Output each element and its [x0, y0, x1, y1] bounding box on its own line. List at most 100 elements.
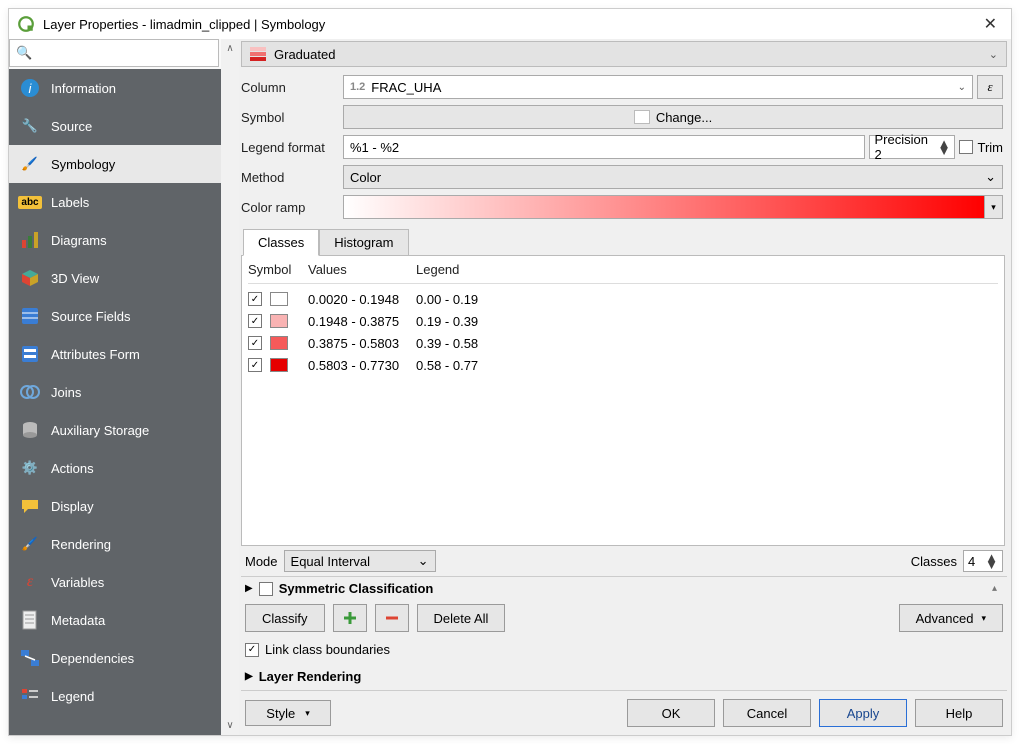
row-checkbox[interactable]: ✓	[248, 358, 262, 372]
link-boundaries-label: Link class boundaries	[265, 642, 390, 657]
sidebar-item-metadata[interactable]: Metadata	[9, 601, 221, 639]
mode-value: Equal Interval	[291, 554, 371, 569]
delete-all-button[interactable]: Delete All	[417, 604, 506, 632]
sidebar-item-labels[interactable]: abcLabels	[9, 183, 221, 221]
color-ramp-combo[interactable]: ▾	[343, 195, 1003, 219]
chevron-down-icon: ⌄	[418, 553, 429, 569]
column-value: FRAC_UHA	[371, 80, 441, 95]
sidebar-search[interactable]: 🔍	[9, 39, 219, 67]
sidebar-item-3d-view[interactable]: 3D View	[9, 259, 221, 297]
row-legend: 0.00 - 0.19	[416, 292, 516, 307]
expand-icon[interactable]: ▶	[245, 583, 253, 594]
close-icon[interactable]: ✕	[978, 14, 1003, 34]
chevron-down-icon: ▾	[981, 613, 986, 624]
sidebar-item-label: Information	[51, 81, 116, 96]
table-row[interactable]: ✓ 0.5803 - 0.77300.58 - 0.77	[248, 354, 998, 376]
link-boundaries-checkbox[interactable]: ✓	[245, 643, 259, 657]
sidebar-item-label: Labels	[51, 195, 89, 210]
tab-classes[interactable]: Classes	[243, 229, 319, 256]
row-checkbox[interactable]: ✓	[248, 292, 262, 306]
symbol-label: Symbol	[241, 110, 337, 125]
table-row[interactable]: ✓0.1948 - 0.38750.19 - 0.39	[248, 310, 998, 332]
method-combo[interactable]: Color ⌄	[343, 165, 1003, 189]
expression-button[interactable]: ε	[977, 75, 1003, 99]
row-swatch-icon	[270, 358, 288, 372]
form-icon	[19, 343, 41, 365]
search-input[interactable]	[36, 46, 212, 61]
sidebar-scroll[interactable]: ∧ ∨	[221, 39, 239, 735]
gear-icon: ⚙️	[19, 457, 41, 479]
row-legend: 0.39 - 0.58	[416, 336, 516, 351]
scroll-up-icon[interactable]: ▴	[992, 583, 1003, 594]
symmetric-checkbox[interactable]	[259, 582, 273, 596]
sidebar-item-variables[interactable]: εVariables	[9, 563, 221, 601]
mode-combo[interactable]: Equal Interval ⌄	[284, 550, 436, 572]
row-checkbox[interactable]: ✓	[248, 314, 262, 328]
precision-spinbox[interactable]: Precision 2 ▲▼	[869, 135, 955, 159]
doc-icon	[19, 609, 41, 631]
sidebar-item-label: Auxiliary Storage	[51, 423, 149, 438]
ok-button[interactable]: OK	[627, 699, 715, 727]
renderer-selector[interactable]: Graduated ⌄	[241, 41, 1007, 67]
scroll-down-icon[interactable]: ∨	[226, 720, 233, 731]
classify-button[interactable]: Classify	[245, 604, 325, 632]
sidebar-item-joins[interactable]: Joins	[9, 373, 221, 411]
chevron-down-icon: ⌄	[985, 169, 996, 185]
sidebar-item-symbology[interactable]: 🖌️Symbology	[9, 145, 221, 183]
wrench-icon: 🔧	[19, 115, 41, 137]
table-row[interactable]: ✓0.0020 - 0.19480.00 - 0.19	[248, 288, 998, 310]
layer-properties-window: Layer Properties - limadmin_clipped | Sy…	[8, 8, 1012, 736]
sidebar-item-auxiliary-storage[interactable]: Auxiliary Storage	[9, 411, 221, 449]
row-legend: 0.19 - 0.39	[416, 314, 516, 329]
help-button[interactable]: Help	[915, 699, 1003, 727]
row-legend: 0.58 - 0.77	[416, 358, 516, 373]
titlebar: Layer Properties - limadmin_clipped | Sy…	[9, 9, 1011, 39]
color-ramp-gradient-icon	[344, 196, 984, 218]
sidebar-item-information[interactable]: iInformation	[9, 69, 221, 107]
row-values: 0.5803 - 0.7730	[308, 358, 416, 373]
remove-class-button[interactable]	[375, 604, 409, 632]
style-button[interactable]: Style▾	[245, 700, 331, 726]
sidebar-item-dependencies[interactable]: Dependencies	[9, 639, 221, 677]
symmetric-label: Symmetric Classification	[279, 581, 434, 596]
cancel-button[interactable]: Cancel	[723, 699, 811, 727]
sidebar-item-attributes-form[interactable]: Attributes Form	[9, 335, 221, 373]
sidebar-item-source[interactable]: 🔧 Source	[9, 107, 221, 145]
sidebar-item-legend[interactable]: Legend	[9, 677, 221, 715]
sidebar-item-rendering[interactable]: 🖌️Rendering	[9, 525, 221, 563]
spin-arrows-icon[interactable]: ▲▼	[938, 140, 951, 154]
sidebar-item-actions[interactable]: ⚙️Actions	[9, 449, 221, 487]
row-checkbox[interactable]: ✓	[248, 336, 262, 350]
chevron-down-icon: ▾	[305, 708, 310, 719]
graduated-icon	[250, 46, 266, 62]
legend-format-input[interactable]	[343, 135, 865, 159]
advanced-button[interactable]: Advanced▾	[899, 604, 1003, 632]
spin-arrows-icon[interactable]: ▲▼	[985, 554, 998, 568]
table-row[interactable]: ✓0.3875 - 0.58030.39 - 0.58	[248, 332, 998, 354]
brush2-icon: 🖌️	[19, 533, 41, 555]
sidebar-item-label: Dependencies	[51, 651, 134, 666]
precision-label: Precision 2	[874, 132, 937, 162]
deps-icon	[19, 647, 41, 669]
sidebar-item-label: Legend	[51, 689, 94, 704]
add-class-button[interactable]	[333, 604, 367, 632]
plus-icon	[342, 610, 358, 626]
method-value: Color	[350, 170, 381, 185]
chevron-down-icon[interactable]: ▾	[984, 196, 1002, 218]
scroll-up-icon[interactable]: ∧	[226, 43, 233, 54]
sidebar-item-source-fields[interactable]: Source Fields	[9, 297, 221, 335]
trim-checkbox[interactable]	[959, 140, 973, 154]
apply-button[interactable]: Apply	[819, 699, 907, 727]
sidebar-item-label: Source	[51, 119, 92, 134]
classes-table[interactable]: Symbol Values Legend ✓0.0020 - 0.19480.0…	[241, 255, 1005, 546]
tab-histogram[interactable]: Histogram	[319, 229, 408, 256]
expand-icon[interactable]: ▶	[245, 671, 253, 682]
layer-rendering-label: Layer Rendering	[259, 669, 362, 684]
trim-label: Trim	[977, 140, 1003, 155]
sidebar-item-display[interactable]: Display	[9, 487, 221, 525]
diagram-icon	[19, 229, 41, 251]
column-combo[interactable]: 1.2 FRAC_UHA ⌄	[343, 75, 973, 99]
change-symbol-button[interactable]: Change...	[343, 105, 1003, 129]
sidebar-item-diagrams[interactable]: Diagrams	[9, 221, 221, 259]
classes-spinbox[interactable]: 4 ▲▼	[963, 550, 1003, 572]
